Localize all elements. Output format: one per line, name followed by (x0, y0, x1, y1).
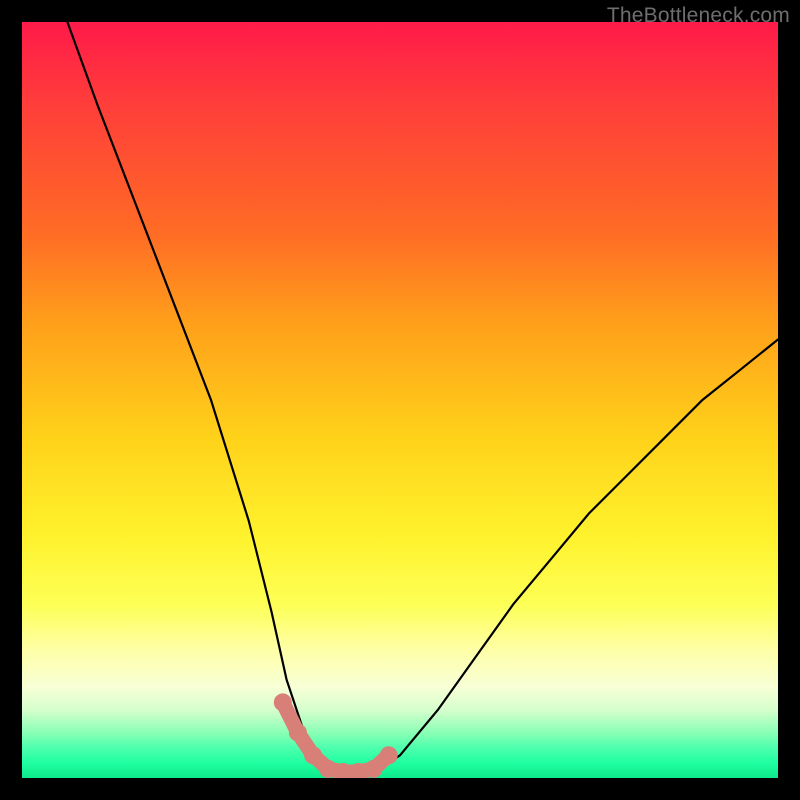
chart-svg (22, 22, 778, 778)
highlight-dots (274, 693, 398, 778)
chart-container: TheBottleneck.com (0, 0, 800, 800)
highlight-dot (274, 693, 292, 711)
curve-line (67, 22, 778, 774)
highlight-dot (380, 746, 398, 764)
highlight-dot (319, 760, 337, 778)
highlight-dot (289, 724, 307, 742)
watermark-text: TheBottleneck.com (607, 4, 790, 28)
highlight-dot (304, 746, 322, 764)
highlight-dot (365, 760, 383, 778)
plot-area (22, 22, 778, 778)
